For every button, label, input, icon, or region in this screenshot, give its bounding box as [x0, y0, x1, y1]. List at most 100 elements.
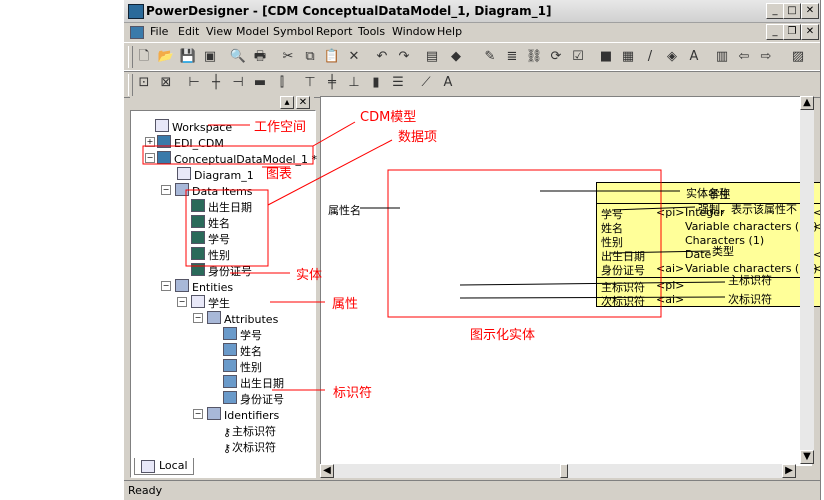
scroll-thumb[interactable]	[560, 464, 568, 478]
cut-icon[interactable]: ✂	[278, 47, 298, 67]
maximize-icon[interactable]: □	[783, 3, 801, 19]
save-all-icon[interactable]: ▣	[200, 47, 220, 67]
link-icon[interactable]: ⛓	[524, 47, 544, 67]
check-model-icon[interactable]: ◆	[446, 47, 466, 67]
collapse-entities-icon[interactable]: −	[161, 281, 171, 291]
line-style-icon[interactable]: ▦	[618, 47, 638, 67]
properties-icon[interactable]: ▤	[422, 47, 442, 67]
toolbar-grip-2[interactable]	[128, 74, 133, 96]
line-icon[interactable]: ⟋	[416, 73, 436, 93]
text-icon[interactable]: A	[438, 73, 458, 93]
collapse-entity-icon[interactable]: −	[177, 297, 187, 307]
align-middle-icon[interactable]: ╪	[322, 73, 342, 93]
align-right-icon[interactable]: ⊣	[228, 73, 248, 93]
tree-data-item[interactable]: 性别	[191, 247, 230, 263]
doc-minimize-icon[interactable]: _	[766, 24, 784, 40]
fit-icon[interactable]: ⊡	[134, 73, 154, 93]
paste-icon[interactable]: 📋	[322, 47, 342, 67]
open-icon[interactable]: 📂	[156, 47, 176, 67]
tree-attributes[interactable]: Attributes	[207, 311, 278, 326]
font-icon[interactable]: A	[684, 47, 704, 67]
tree-data-item[interactable]: 出生日期	[191, 199, 252, 215]
tree-entity[interactable]: 学生	[191, 295, 230, 311]
undo-icon[interactable]: ↶	[372, 47, 392, 67]
tree-attribute[interactable]: 身份证号	[223, 391, 284, 407]
tab-local[interactable]: Local	[134, 458, 194, 475]
menu-model[interactable]: Model	[236, 25, 269, 38]
forward-icon[interactable]: ⇨	[756, 47, 776, 67]
collapse-attributes-icon[interactable]: −	[193, 313, 203, 323]
align-center-icon[interactable]: ┼	[206, 73, 226, 93]
space-vertical-icon[interactable]: ☰	[388, 73, 408, 93]
back-icon[interactable]: ⇦	[734, 47, 754, 67]
select-icon[interactable]: ⊠	[156, 73, 176, 93]
menu-tools[interactable]: Tools	[358, 25, 385, 38]
scroll-up-icon[interactable]: ▲	[800, 96, 814, 110]
print-preview-icon[interactable]: 🔍	[228, 47, 248, 67]
doc-close-icon[interactable]: ✕	[801, 24, 819, 40]
collapse-identifiers-icon[interactable]: −	[193, 409, 203, 419]
doc-restore-icon[interactable]: ❐	[783, 24, 801, 40]
tree-attribute[interactable]: 性别	[223, 359, 262, 375]
close-icon[interactable]: ✕	[801, 3, 819, 19]
refresh-icon[interactable]: ⟳	[546, 47, 566, 67]
menu-view[interactable]: View	[206, 25, 232, 38]
annotation-graphic-entity: 图示化实体	[470, 328, 536, 343]
align-top-icon[interactable]: ⊤	[300, 73, 320, 93]
paint-icon[interactable]: ◈	[662, 47, 682, 67]
delete-icon[interactable]: ✕	[344, 47, 364, 67]
tree-attribute[interactable]: 出生日期	[223, 375, 284, 391]
package-icon[interactable]: ▥	[712, 47, 732, 67]
scroll-down-icon[interactable]: ▼	[800, 450, 814, 464]
local-icon	[141, 460, 155, 473]
tree-data-items[interactable]: Data Items	[175, 183, 253, 198]
tree-attribute[interactable]: 学号	[223, 327, 262, 343]
toolbar-grip[interactable]	[128, 46, 133, 68]
tree-workspace[interactable]: Workspace	[155, 119, 232, 134]
new-icon[interactable]: 🗋	[134, 47, 154, 67]
tree-identifiers[interactable]: Identifiers	[207, 407, 279, 422]
horizontal-scrollbar[interactable]: ◀ ▶	[320, 464, 796, 478]
align-left-icon[interactable]: ⊢	[184, 73, 204, 93]
menu-edit[interactable]: Edit	[178, 25, 199, 38]
browser-minimize-icon[interactable]: ▴	[280, 96, 294, 109]
tree-edi-cdm[interactable]: EDI_CDM	[157, 135, 224, 150]
tree-data-item[interactable]: 姓名	[191, 215, 230, 231]
tree-entities[interactable]: Entities	[175, 279, 233, 294]
edit-icon[interactable]: ✎	[480, 47, 500, 67]
menu-help[interactable]: Help	[437, 25, 462, 38]
collapse-data-items-icon[interactable]: −	[161, 185, 171, 195]
tree-diagram[interactable]: Diagram_1	[177, 167, 254, 182]
save-icon[interactable]: 💾	[178, 47, 198, 67]
space-horizontal-icon[interactable]: ⫿	[272, 73, 292, 93]
menu-symbol[interactable]: Symbol	[273, 25, 314, 38]
menu-window[interactable]: Window	[392, 25, 435, 38]
vertical-scrollbar[interactable]: ▲ ▼	[800, 96, 814, 464]
pen-icon[interactable]: /	[640, 47, 660, 67]
tree-data-item[interactable]: 学号	[191, 231, 230, 247]
tree-attribute[interactable]: 姓名	[223, 343, 262, 359]
list-icon[interactable]: ≣	[502, 47, 522, 67]
same-height-icon[interactable]: ▮	[366, 73, 386, 93]
browser-close-icon[interactable]: ✕	[296, 96, 310, 109]
menu-report[interactable]: Report	[316, 25, 352, 38]
expand-edi-icon[interactable]: +	[145, 137, 155, 147]
scroll-right-icon[interactable]: ▶	[782, 464, 796, 478]
copy-icon[interactable]: ⧉	[300, 47, 320, 67]
tree-model[interactable]: ConceptualDataModel_1 *	[157, 151, 317, 166]
align-bottom-icon[interactable]: ⊥	[344, 73, 364, 93]
menu-file[interactable]: File	[150, 25, 168, 38]
document-icon[interactable]	[130, 26, 144, 39]
same-width-icon[interactable]: ▬	[250, 73, 270, 93]
fill-color-icon[interactable]: ■	[596, 47, 616, 67]
checkbox-icon[interactable]: ☑	[568, 47, 588, 67]
print-icon[interactable]: 🖶	[250, 47, 270, 67]
tree-identifier[interactable]: ⚷主标识符	[223, 423, 276, 439]
tree-data-item[interactable]: 身份证号	[191, 263, 252, 279]
redo-icon[interactable]: ↷	[394, 47, 414, 67]
palette-icon[interactable]: ▨	[788, 47, 808, 67]
collapse-model-icon[interactable]: −	[145, 153, 155, 163]
tree-identifier[interactable]: ⚷次标识符	[223, 439, 276, 455]
scroll-left-icon[interactable]: ◀	[320, 464, 334, 478]
minimize-icon[interactable]: _	[766, 3, 784, 19]
